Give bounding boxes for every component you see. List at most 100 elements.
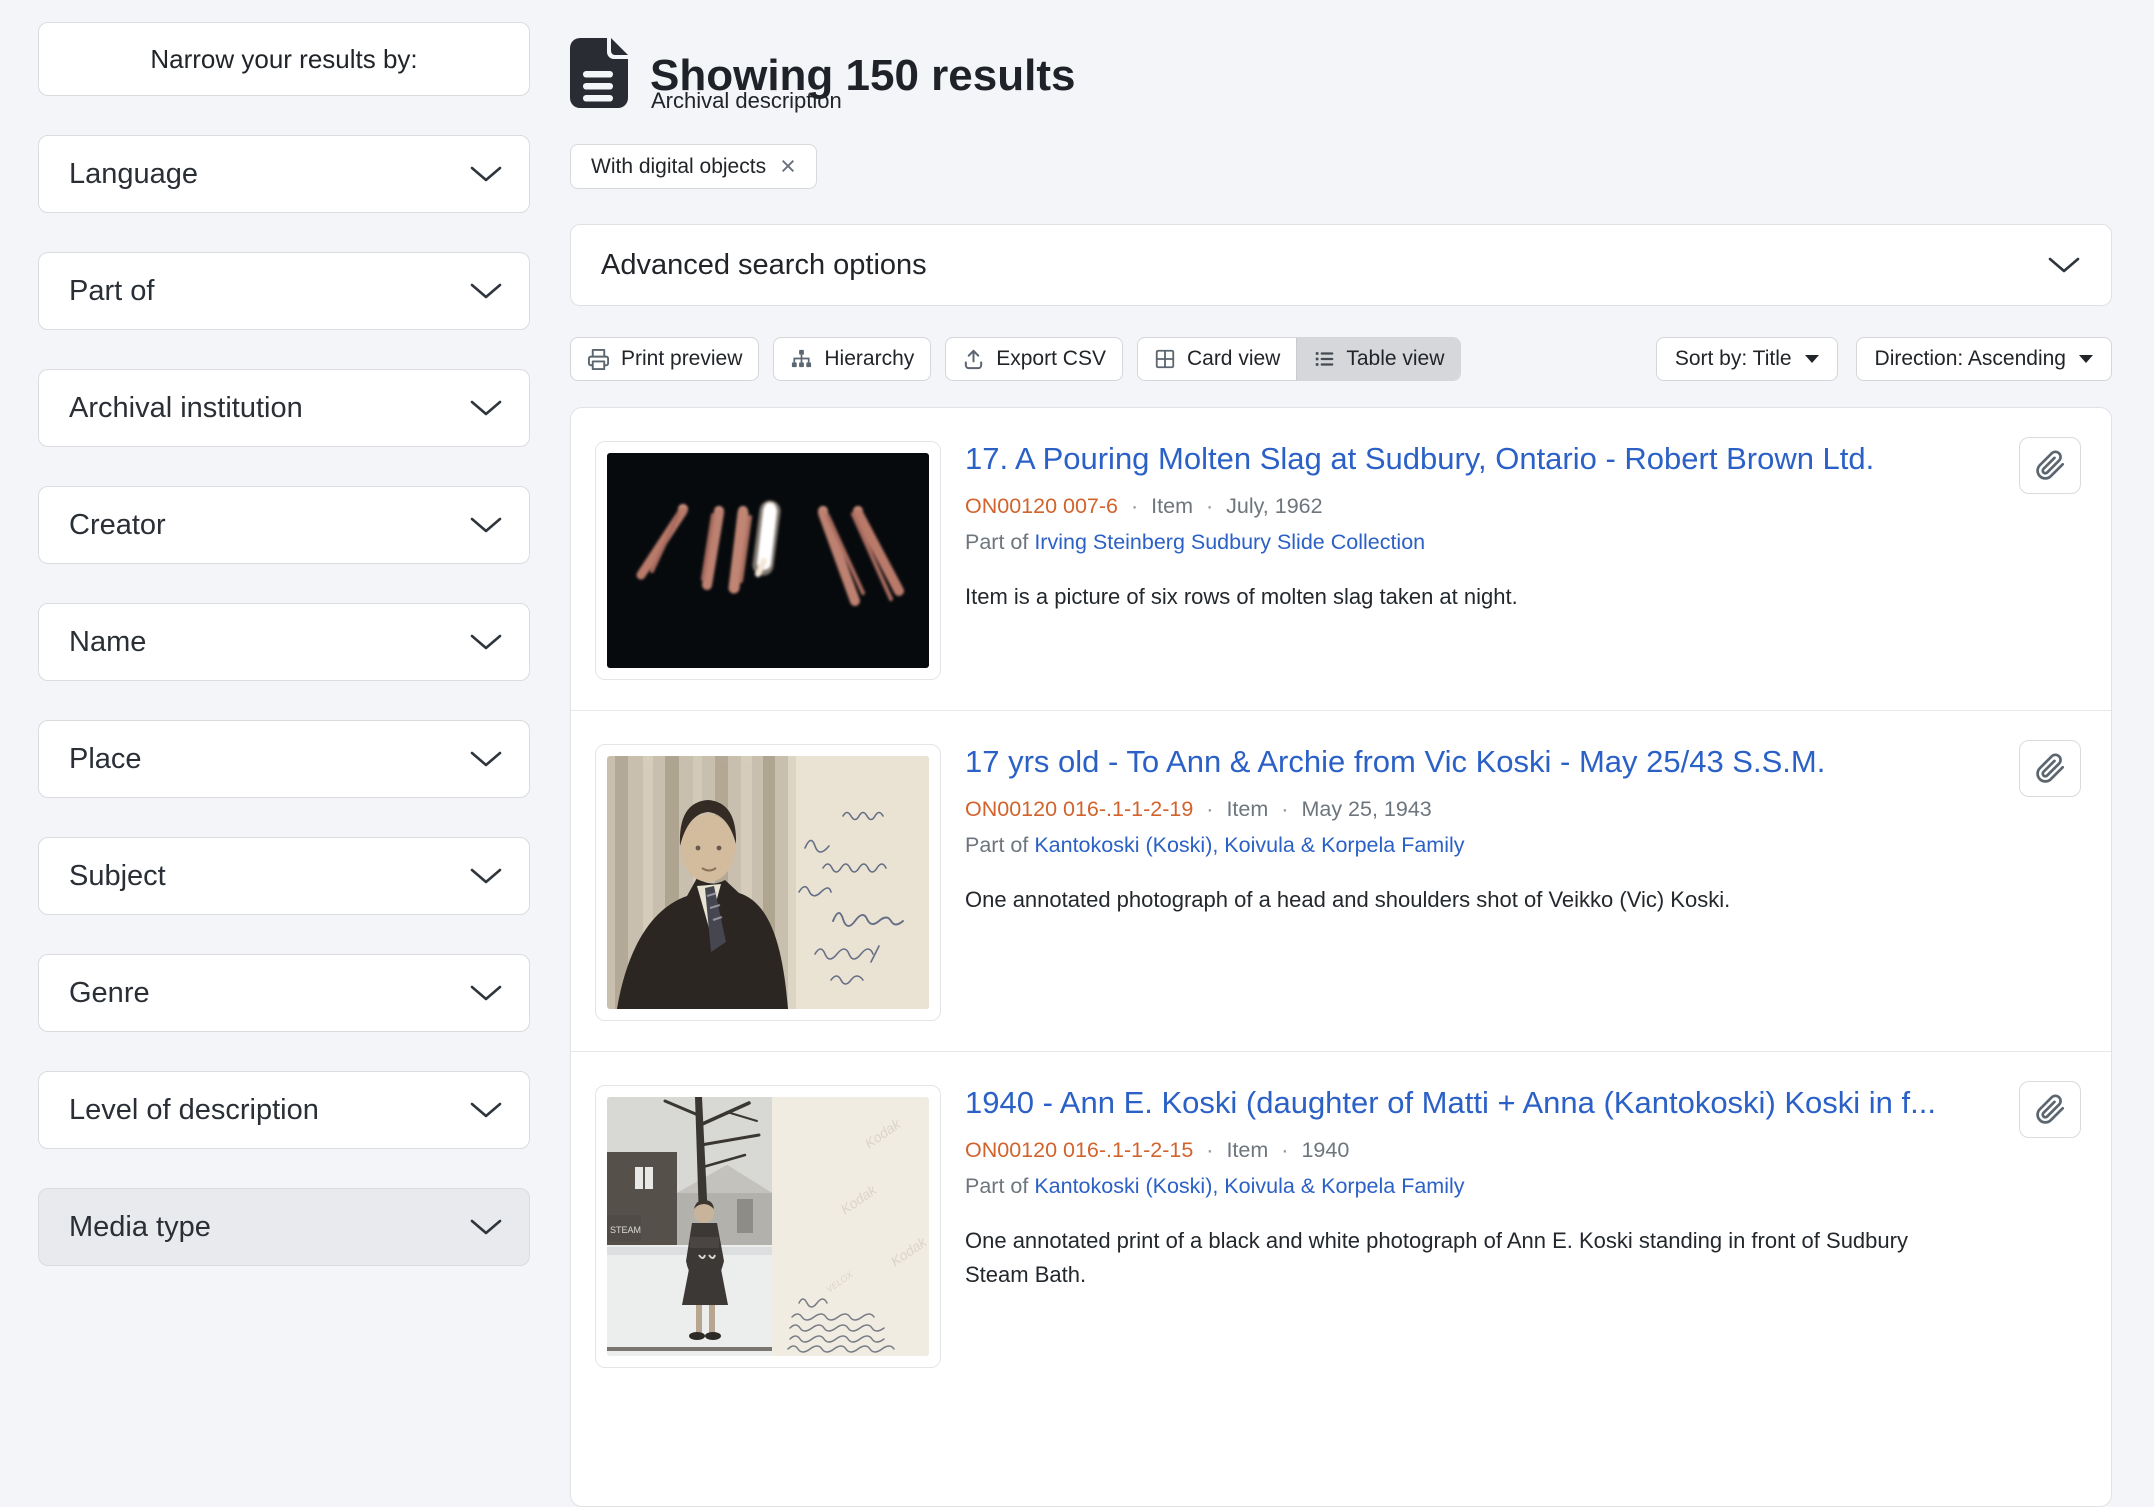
table-view-label: Table view	[1346, 347, 1444, 371]
direction-dropdown[interactable]: Direction: Ascending	[1856, 337, 2112, 381]
chevron-down-icon	[469, 632, 503, 652]
results-list: 17. A Pouring Molten Slag at Sudbury, On…	[570, 407, 2112, 1507]
upload-icon	[962, 348, 985, 371]
result-meta: ON00120 016-.1-1-2-19 · Item · May 25, 1…	[965, 797, 1977, 822]
sidebar-filter-label: Name	[69, 626, 146, 659]
sort-controls: Sort by: Title Direction: Ascending	[1656, 337, 2112, 381]
result-thumbnail-image	[607, 756, 929, 1009]
chevron-down-icon	[469, 866, 503, 886]
meta-separator: ·	[1206, 494, 1213, 519]
remove-filter-icon[interactable]: ×	[780, 153, 796, 180]
result-text: 17. A Pouring Molten Slag at Sudbury, On…	[965, 441, 2087, 614]
sidebar-filter-label: Place	[69, 743, 142, 776]
grid-icon	[1154, 348, 1176, 370]
part-of-line: Part of Irving Steinberg Sudbury Slide C…	[965, 530, 1977, 555]
result-meta: ON00120 016-.1-1-2-15 · Item · 1940	[965, 1138, 1977, 1163]
print-preview-button[interactable]: Print preview	[570, 337, 759, 381]
attachment-button[interactable]	[2019, 740, 2081, 797]
sort-by-dropdown[interactable]: Sort by: Title	[1656, 337, 1838, 381]
part-of-link[interactable]: Irving Steinberg Sudbury Slide Collectio…	[1034, 530, 1425, 554]
sidebar-filter-part-of[interactable]: Part of	[38, 252, 530, 330]
sidebar-filter-label: Subject	[69, 860, 166, 893]
sidebar-filter-label: Level of description	[69, 1094, 319, 1127]
attachment-button[interactable]	[2019, 1081, 2081, 1138]
export-csv-button[interactable]: Export CSV	[945, 337, 1123, 381]
result-thumbnail-image: STEAM Kodak Kodak Kodak VELOX	[607, 1097, 929, 1356]
meta-separator: ·	[1131, 494, 1138, 519]
table-view-button[interactable]: Table view	[1296, 338, 1460, 380]
sidebar-filter-media-type[interactable]: Media type	[38, 1188, 530, 1266]
export-csv-label: Export CSV	[996, 347, 1106, 371]
advanced-search-panel[interactable]: Advanced search options	[570, 224, 2112, 306]
part-of-line: Part of Kantokoski (Koski), Koivula & Ko…	[965, 833, 1977, 858]
view-toggle-group: Card view Table view	[1137, 337, 1461, 381]
filter-tag[interactable]: With digital objects ×	[570, 144, 817, 189]
card-view-button[interactable]: Card view	[1138, 338, 1296, 380]
sidebar-filter-creator[interactable]: Creator	[38, 486, 530, 564]
result-date: May 25, 1943	[1301, 797, 1431, 822]
result-title-link[interactable]: 17. A Pouring Molten Slag at Sudbury, On…	[965, 441, 1977, 477]
result-title-link[interactable]: 1940 - Ann E. Koski (daughter of Matti +…	[965, 1085, 1977, 1121]
paperclip-icon	[2035, 1094, 2066, 1125]
sidebar-filter-archival-institution[interactable]: Archival institution	[38, 369, 530, 447]
attachment-button[interactable]	[2019, 437, 2081, 494]
direction-label: Direction: Ascending	[1875, 347, 2066, 371]
reference-code: ON00120 007-6	[965, 494, 1118, 519]
part-of-link[interactable]: Kantokoski (Koski), Koivula & Korpela Fa…	[1034, 833, 1464, 857]
meta-separator: ·	[1206, 1138, 1213, 1163]
result-thumbnail[interactable]	[595, 744, 941, 1021]
part-of-label: Part of	[965, 833, 1028, 857]
result-text: 17 yrs old - To Ann & Archie from Vic Ko…	[965, 744, 2087, 917]
sort-by-label: Sort by: Title	[1675, 347, 1792, 371]
result-title-link[interactable]: 17 yrs old - To Ann & Archie from Vic Ko…	[965, 744, 1977, 780]
result-thumbnail[interactable]	[595, 441, 941, 680]
result-description: Item is a picture of six rows of molten …	[965, 580, 1977, 614]
paperclip-icon	[2035, 753, 2066, 784]
sidebar-filter-name[interactable]: Name	[38, 603, 530, 681]
result-thumbnail-image	[607, 453, 929, 668]
page-subtitle: Archival description	[651, 88, 842, 114]
part-of-line: Part of Kantokoski (Koski), Koivula & Ko…	[965, 1174, 1977, 1199]
result-date: 1940	[1301, 1138, 1349, 1163]
sidebar-filter-place[interactable]: Place	[38, 720, 530, 798]
part-of-link[interactable]: Kantokoski (Koski), Koivula & Korpela Fa…	[1034, 1174, 1464, 1198]
level-of-description: Item	[1226, 1138, 1268, 1163]
sidebar-filter-language[interactable]: Language	[38, 135, 530, 213]
result-row: 17 yrs old - To Ann & Archie from Vic Ko…	[571, 710, 2111, 1051]
chevron-down-icon	[469, 398, 503, 418]
part-of-label: Part of	[965, 530, 1028, 554]
results-toolbar: Print preview Hierarchy	[570, 337, 2112, 381]
part-of-label: Part of	[965, 1174, 1028, 1198]
level-of-description: Item	[1226, 797, 1268, 822]
hierarchy-button[interactable]: Hierarchy	[773, 337, 931, 381]
print-preview-label: Print preview	[621, 347, 742, 371]
caret-down-icon	[2079, 355, 2093, 363]
sidebar-filter-label: Part of	[69, 275, 154, 308]
printer-icon	[587, 348, 610, 371]
list-icon	[1313, 348, 1335, 370]
sidebar-filter-label: Creator	[69, 509, 166, 542]
sidebar-filter-label: Genre	[69, 977, 150, 1010]
chevron-down-icon	[469, 983, 503, 1003]
result-thumbnail[interactable]: STEAM Kodak Kodak Kodak VELOX	[595, 1085, 941, 1368]
filter-tag-label: With digital objects	[591, 155, 766, 179]
card-view-label: Card view	[1187, 347, 1280, 371]
reference-code: ON00120 016-.1-1-2-19	[965, 797, 1193, 822]
level-of-description: Item	[1151, 494, 1193, 519]
meta-separator: ·	[1206, 797, 1213, 822]
chevron-down-icon	[469, 749, 503, 769]
chevron-down-icon	[469, 164, 503, 184]
facet-sidebar: Narrow your results by: Language Part of…	[38, 22, 530, 1266]
caret-down-icon	[1805, 355, 1819, 363]
chevron-down-icon	[469, 281, 503, 301]
sidebar-filter-level-of-description[interactable]: Level of description	[38, 1071, 530, 1149]
svg-text:STEAM: STEAM	[610, 1225, 641, 1235]
sidebar-filter-genre[interactable]: Genre	[38, 954, 530, 1032]
result-meta: ON00120 007-6 · Item · July, 1962	[965, 494, 1977, 519]
chevron-down-icon	[469, 1100, 503, 1120]
result-description: One annotated print of a black and white…	[965, 1224, 1977, 1292]
sidebar-filter-subject[interactable]: Subject	[38, 837, 530, 915]
result-description: One annotated photograph of a head and s…	[965, 883, 1977, 917]
advanced-search-label: Advanced search options	[601, 249, 927, 282]
sidebar-filter-label: Media type	[69, 1211, 211, 1244]
